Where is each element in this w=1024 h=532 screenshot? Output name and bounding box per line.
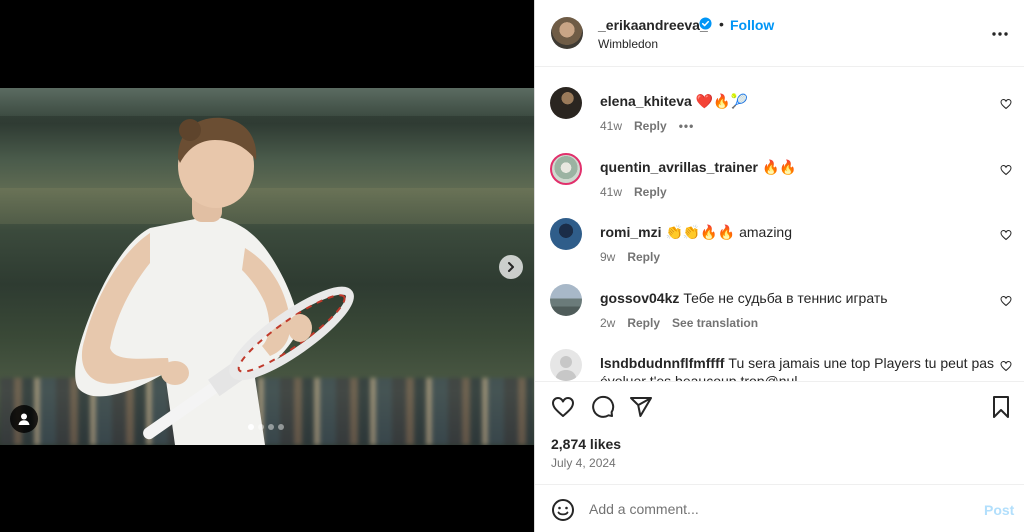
post-viewer: _erikaandreeva_ • Follow Wimbledon elena… — [0, 0, 1024, 532]
comment-text: elena_khiteva ❤️🔥🎾 — [600, 93, 748, 110]
comment-text: romi_mzi 👏👏🔥🔥 amazing — [600, 224, 792, 241]
chevron-right-icon — [508, 262, 514, 272]
post-comment-button[interactable]: Post — [984, 502, 1014, 518]
commenter-username[interactable]: lsndbdudnnflfmffff — [600, 355, 724, 371]
post-photo[interactable] — [0, 88, 534, 445]
tagged-users-button[interactable] — [10, 405, 38, 433]
comment-meta: 41w Reply ••• — [600, 119, 694, 133]
comment-body: 🔥🔥 — [761, 159, 797, 175]
heart-icon[interactable] — [551, 395, 575, 419]
post-location[interactable]: Wimbledon — [598, 37, 658, 51]
commenter-username[interactable]: quentin_avrillas_trainer — [600, 159, 758, 175]
carousel-dot — [258, 424, 264, 430]
commenter-username[interactable]: romi_mzi — [600, 224, 661, 240]
comment-composer: Post — [535, 484, 1024, 532]
comment-body: ❤️🔥🎾 — [695, 93, 749, 109]
like-count[interactable]: 2,874 likes — [551, 436, 621, 452]
comment-options-button[interactable]: ••• — [679, 119, 695, 133]
media-pane — [0, 0, 534, 532]
author-username[interactable]: _erikaandreeva_ — [598, 17, 708, 33]
commenter-username[interactable]: gossov04kz — [600, 290, 679, 306]
comment-time: 2w — [600, 316, 616, 330]
comment-time: 9w — [600, 250, 616, 264]
commenter-avatar[interactable] — [550, 284, 582, 316]
see-translation-button[interactable]: See translation — [672, 316, 758, 330]
comment-item: romi_mzi 👏👏🔥🔥 amazing 9w Reply — [535, 199, 1024, 265]
comment-body: Тебе не судьба в теннис играть — [683, 290, 888, 306]
heart-icon[interactable] — [1000, 229, 1012, 241]
comments-list[interactable]: elena_khiteva ❤️🔥🎾 41w Reply ••• quentin_… — [535, 68, 1024, 381]
carousel-dot — [278, 424, 284, 430]
more-icon[interactable] — [990, 24, 1010, 44]
comment-time: 41w — [600, 119, 623, 133]
comment-input[interactable] — [589, 497, 959, 521]
follow-button[interactable]: Follow — [730, 17, 774, 33]
heart-icon[interactable] — [1000, 98, 1012, 110]
verified-icon — [699, 17, 712, 30]
reply-button[interactable]: Reply — [627, 316, 660, 330]
comment-body: 👏👏🔥🔥 amazing — [665, 224, 793, 240]
carousel-indicator — [248, 424, 284, 430]
comment-meta: 41w Reply — [600, 185, 667, 199]
carousel-dot — [248, 424, 254, 430]
separator-dot: • — [719, 16, 724, 32]
comment-icon[interactable] — [591, 395, 615, 419]
commenter-username[interactable]: elena_khiteva — [600, 93, 692, 109]
reply-button[interactable]: Reply — [634, 185, 667, 199]
tennis-player-image — [75, 117, 354, 445]
post-date: July 4, 2024 — [551, 456, 616, 470]
share-icon[interactable] — [629, 395, 653, 419]
comment-text: gossov04kz Тебе не судьба в теннис играть — [600, 290, 888, 306]
comment-meta: 2w Reply See translation — [600, 316, 758, 330]
comment-item: gossov04kz Тебе не судьба в теннис играть… — [535, 265, 1024, 331]
comment-item: quentin_avrillas_trainer 🔥🔥 41w Reply — [535, 134, 1024, 200]
heart-icon[interactable] — [1000, 164, 1012, 176]
comment-body: Tu sera jamais une top Players tu peut p… — [728, 355, 995, 371]
comment-item: lsndbdudnnflfmffff Tu sera jamais une top… — [535, 330, 1024, 381]
comment-meta: 9w Reply — [600, 250, 660, 264]
commenter-avatar[interactable] — [550, 87, 582, 119]
comment-text: lsndbdudnnflfmffff Tu sera jamais une top… — [600, 355, 994, 371]
post-header: _erikaandreeva_ • Follow Wimbledon — [535, 0, 1024, 67]
next-image-button[interactable] — [499, 255, 523, 279]
heart-icon[interactable] — [1000, 295, 1012, 307]
commenter-avatar[interactable] — [550, 218, 582, 250]
reply-button[interactable]: Reply — [634, 119, 667, 133]
bookmark-icon[interactable] — [989, 395, 1013, 419]
carousel-dot — [268, 424, 274, 430]
emoji-icon[interactable] — [551, 498, 575, 522]
post-actions — [535, 381, 1024, 431]
comment-item: elena_khiteva ❤️🔥🎾 41w Reply ••• — [535, 68, 1024, 134]
author-avatar[interactable] — [551, 17, 583, 49]
heart-icon[interactable] — [1000, 360, 1012, 372]
user-tag-icon — [18, 413, 30, 425]
comment-text: quentin_avrillas_trainer 🔥🔥 — [600, 159, 797, 176]
comment-time: 41w — [600, 185, 623, 199]
post-details-pane: _erikaandreeva_ • Follow Wimbledon elena… — [534, 0, 1024, 532]
default-avatar-icon — [555, 356, 577, 381]
commenter-avatar[interactable] — [550, 153, 582, 185]
comment-text-continued: évoluer t'es beaucoup trop@nul — [600, 373, 798, 381]
commenter-avatar[interactable] — [550, 349, 582, 381]
reply-button[interactable]: Reply — [627, 250, 660, 264]
